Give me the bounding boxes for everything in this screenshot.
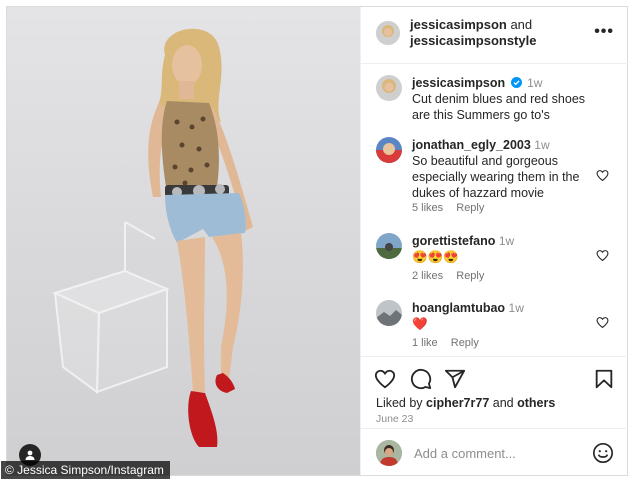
add-comment-bar bbox=[361, 428, 628, 475]
more-horizontal-icon[interactable]: ••• bbox=[594, 24, 614, 40]
comment-likes-count[interactable]: 1 like bbox=[412, 337, 438, 349]
collab-authors: jessicasimpson and jessicasimpsonstyle bbox=[410, 17, 590, 49]
heart-icon[interactable] bbox=[374, 368, 396, 390]
viewer-avatar bbox=[376, 440, 402, 466]
post-photo[interactable] bbox=[7, 7, 360, 475]
liked-by-user[interactable]: cipher7r77 bbox=[426, 396, 489, 410]
comment-text: ❤️ bbox=[412, 317, 428, 331]
reply-button[interactable]: Reply bbox=[456, 202, 484, 214]
comment-meta: 2 likes Reply bbox=[412, 270, 494, 282]
comment-text: 😍😍😍 bbox=[412, 250, 459, 264]
liked-by-and: and bbox=[492, 396, 514, 410]
caption-username[interactable]: jessicasimpson bbox=[412, 76, 505, 90]
commenter-avatar[interactable] bbox=[376, 300, 402, 326]
author-avatar[interactable] bbox=[376, 21, 400, 45]
comment-body: jonathan_egly_2003 1w So beautiful and g… bbox=[412, 137, 592, 201]
post-date[interactable]: June 23 bbox=[376, 413, 413, 425]
comment-input[interactable] bbox=[414, 443, 584, 463]
caption-text: Cut denim blues and red shoes are this S… bbox=[412, 92, 586, 122]
liked-by-text: Liked by cipher7r77 and others bbox=[376, 396, 555, 410]
liked-by-prefix: Liked by bbox=[376, 396, 423, 410]
comment-time: 1w bbox=[534, 138, 550, 152]
collab-username[interactable]: jessicasimpsonstyle bbox=[410, 33, 536, 48]
comment-body: gorettistefano 1w 😍😍😍 bbox=[412, 233, 592, 265]
comment-like-heart-icon[interactable] bbox=[596, 169, 609, 182]
verified-badge-icon bbox=[510, 77, 522, 88]
post-actions: Liked by cipher7r77 and others June 23 bbox=[361, 356, 628, 427]
comment-body: hoanglamtubao 1w ❤️ bbox=[412, 300, 592, 332]
comment-username[interactable]: hoanglamtubao bbox=[412, 301, 505, 315]
comment-meta: 1 like Reply bbox=[412, 337, 489, 349]
post-side-panel: jessicasimpson and jessicasimpsonstyle •… bbox=[360, 7, 628, 475]
post-header: jessicasimpson and jessicasimpsonstyle •… bbox=[361, 7, 628, 64]
photo-scene bbox=[52, 28, 253, 447]
comment-like-heart-icon[interactable] bbox=[596, 316, 609, 329]
comment-username[interactable]: gorettistefano bbox=[412, 234, 495, 248]
comment-time: 1w bbox=[508, 301, 524, 315]
reply-button[interactable]: Reply bbox=[456, 270, 484, 282]
commenter-avatar[interactable] bbox=[376, 137, 402, 163]
instagram-post-embed: © Jessica Simpson/Instagram jessicasimps… bbox=[1, 6, 628, 479]
caption-avatar[interactable] bbox=[376, 75, 402, 101]
comment-text: So beautiful and gorgeous especially wea… bbox=[412, 154, 580, 200]
comments-list: jessicasimpson 1w Cut denim blues and re… bbox=[361, 65, 628, 355]
comment-like-heart-icon[interactable] bbox=[596, 249, 609, 262]
comment-username[interactable]: jonathan_egly_2003 bbox=[412, 138, 531, 152]
caption-body: jessicasimpson 1w Cut denim blues and re… bbox=[412, 75, 592, 123]
authors-conjunction: and bbox=[510, 17, 533, 32]
comment-time: 1w bbox=[498, 234, 515, 248]
liked-by-others[interactable]: others bbox=[517, 396, 555, 410]
comment-meta: 5 likes Reply bbox=[412, 202, 494, 214]
smiley-icon[interactable] bbox=[592, 442, 614, 464]
reply-button[interactable]: Reply bbox=[451, 337, 479, 349]
photo-credit: © Jessica Simpson/Instagram bbox=[1, 461, 170, 479]
comment-icon[interactable] bbox=[410, 368, 432, 390]
bookmark-icon[interactable] bbox=[593, 368, 615, 390]
commenter-avatar[interactable] bbox=[376, 233, 402, 259]
comment-likes-count[interactable]: 2 likes bbox=[412, 270, 443, 282]
author-username[interactable]: jessicasimpson bbox=[410, 17, 507, 32]
caption-time: 1w bbox=[527, 76, 543, 90]
comment-likes-count[interactable]: 5 likes bbox=[412, 202, 443, 214]
share-icon[interactable] bbox=[444, 368, 466, 390]
